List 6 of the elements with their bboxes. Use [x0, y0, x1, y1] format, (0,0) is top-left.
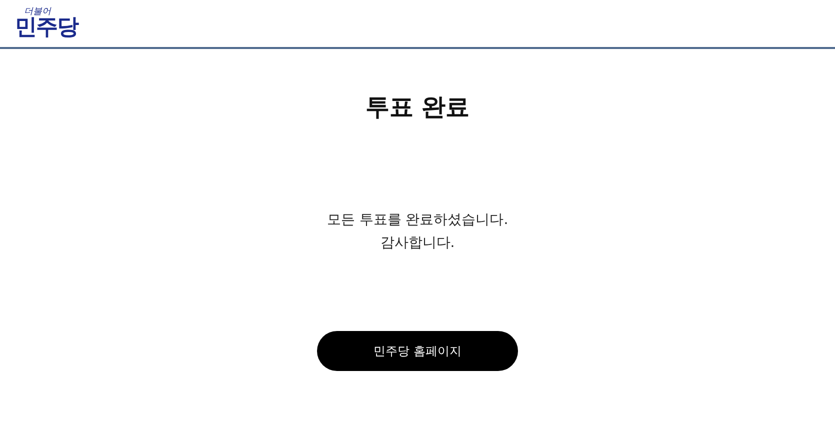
- logo-tagline: 더불어: [24, 8, 52, 17]
- homepage-button[interactable]: 민주당 홈페이지: [317, 331, 518, 371]
- message-text: 모든 투표를 완료하셨습니다.: [326, 211, 508, 230]
- page-title: 투표 완료: [365, 92, 470, 123]
- logo-name: 민주당: [15, 17, 78, 39]
- message-text: 감사합니다.: [380, 234, 455, 253]
